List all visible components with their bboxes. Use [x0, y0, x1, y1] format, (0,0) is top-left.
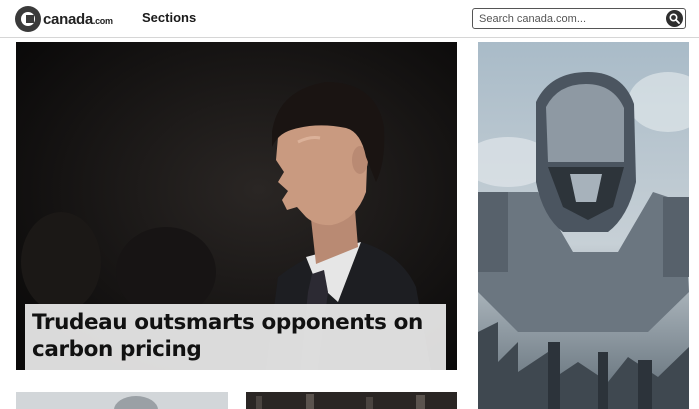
search-icon: [669, 13, 680, 24]
logo-tld: .com: [92, 15, 113, 26]
search-button[interactable]: [666, 10, 683, 27]
logo-wordmark: canada.com: [43, 11, 113, 28]
site-logo[interactable]: canada.com: [15, 5, 113, 33]
hero-headline-panel: Trudeau outsmarts opponents on carbon pr…: [25, 304, 446, 370]
story-thumbnail-1-image: [16, 392, 228, 409]
hero-headline[interactable]: Trudeau outsmarts opponents on carbon pr…: [32, 309, 439, 363]
side-story-image: [478, 42, 689, 409]
logo-name: canada: [43, 10, 93, 28]
search-box: [472, 8, 686, 29]
search-input[interactable]: [473, 9, 663, 28]
sections-menu-button[interactable]: Sections: [142, 10, 196, 25]
hero-story-card[interactable]: Trudeau outsmarts opponents on carbon pr…: [16, 42, 457, 370]
story-thumbnail-2-image: [246, 392, 457, 409]
speech-bubble-logo-icon: [15, 6, 41, 32]
site-header: canada.com Sections: [0, 0, 699, 38]
story-thumbnail-1[interactable]: [16, 392, 228, 409]
side-story-card[interactable]: [478, 42, 689, 409]
story-thumbnail-2[interactable]: [246, 392, 457, 409]
